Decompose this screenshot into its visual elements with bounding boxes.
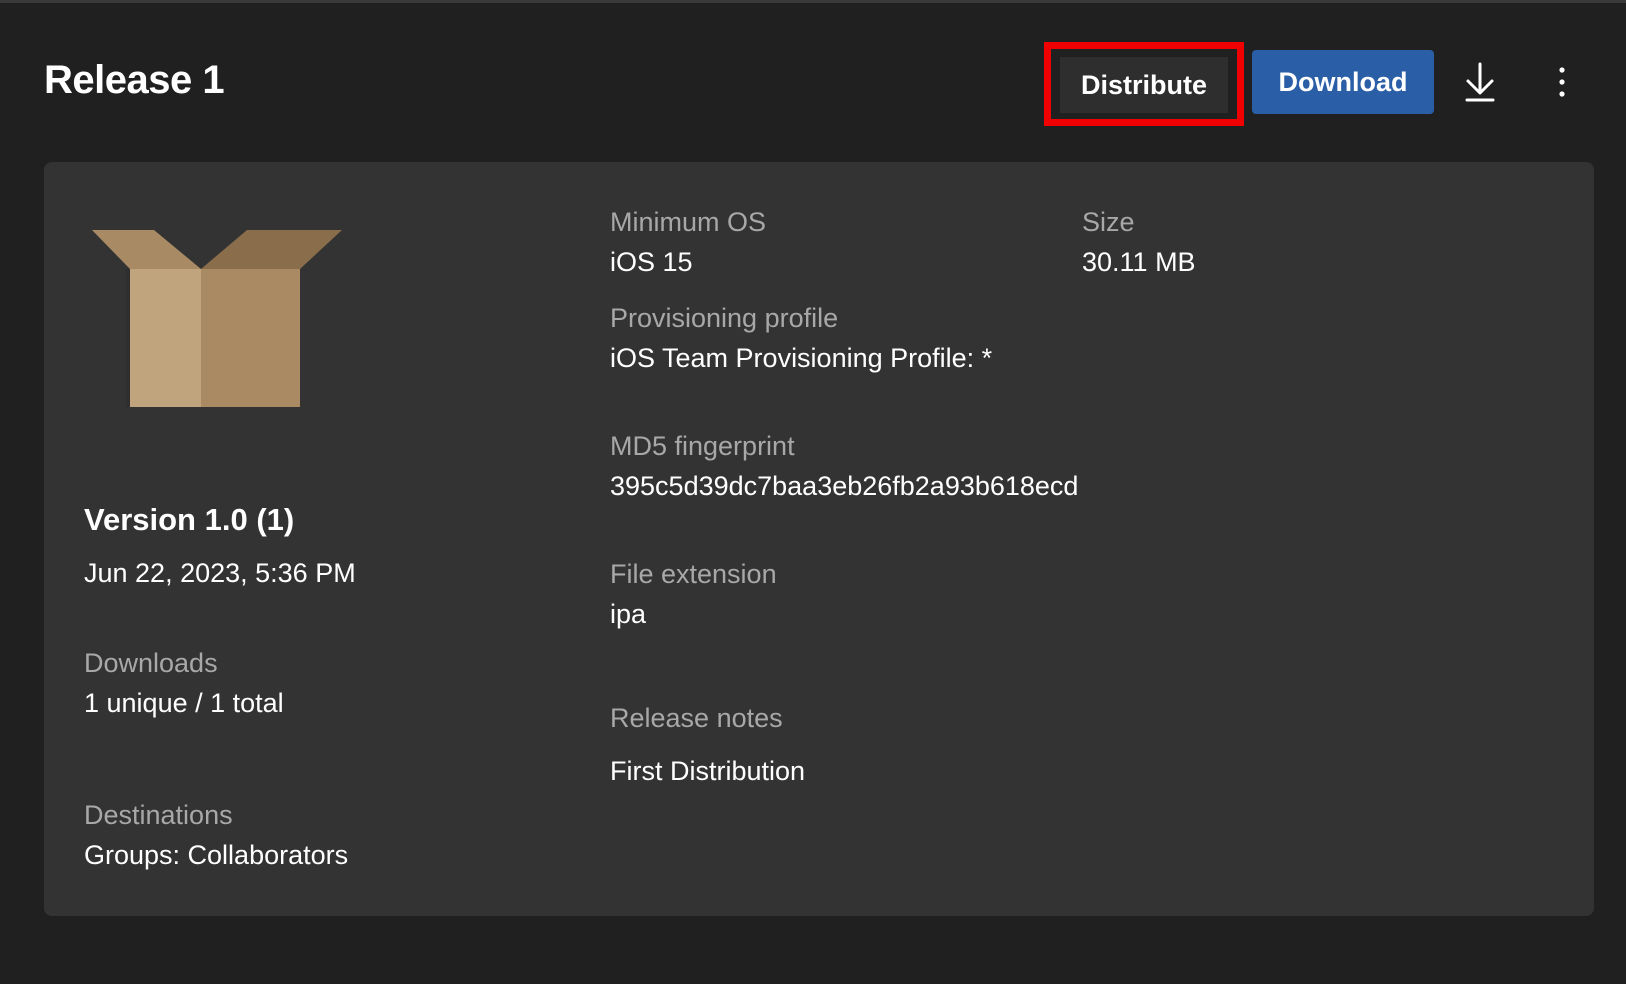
download-button[interactable]: Download (1252, 50, 1434, 114)
minimum-os-value: iOS 15 (610, 247, 693, 277)
download-arrow-icon[interactable] (1456, 50, 1504, 114)
downloads-value: 1 unique / 1 total (84, 688, 284, 718)
package-box-icon (92, 228, 342, 410)
release-notes-label: Release notes (610, 703, 783, 733)
version-number: Version 1.0 (1) (84, 502, 295, 537)
size-value: 30.11 MB (1082, 247, 1196, 277)
provisioning-profile-value: iOS Team Provisioning Profile: * (610, 343, 993, 373)
destinations-value: Groups: Collaborators (84, 840, 349, 870)
provisioning-profile-label: Provisioning profile (610, 303, 839, 333)
distribute-highlight-box (1044, 42, 1244, 126)
md5-fingerprint-value: 395c5d39dc7baa3eb26fb2a93b618ecd (610, 471, 1079, 501)
file-extension-label: File extension (610, 559, 777, 589)
release-date: Jun 22, 2023, 5:36 PM (84, 558, 356, 588)
page-title: Release 1 (44, 58, 225, 102)
top-divider (0, 0, 1626, 3)
file-extension-value: ipa (610, 599, 647, 629)
size-label: Size (1082, 207, 1135, 237)
downloads-label: Downloads (84, 648, 218, 678)
minimum-os-label: Minimum OS (610, 207, 767, 237)
md5-fingerprint-label: MD5 fingerprint (610, 431, 795, 461)
more-vertical-icon[interactable] (1538, 50, 1586, 114)
release-notes-value: First Distribution (610, 756, 806, 786)
destinations-label: Destinations (84, 800, 233, 830)
